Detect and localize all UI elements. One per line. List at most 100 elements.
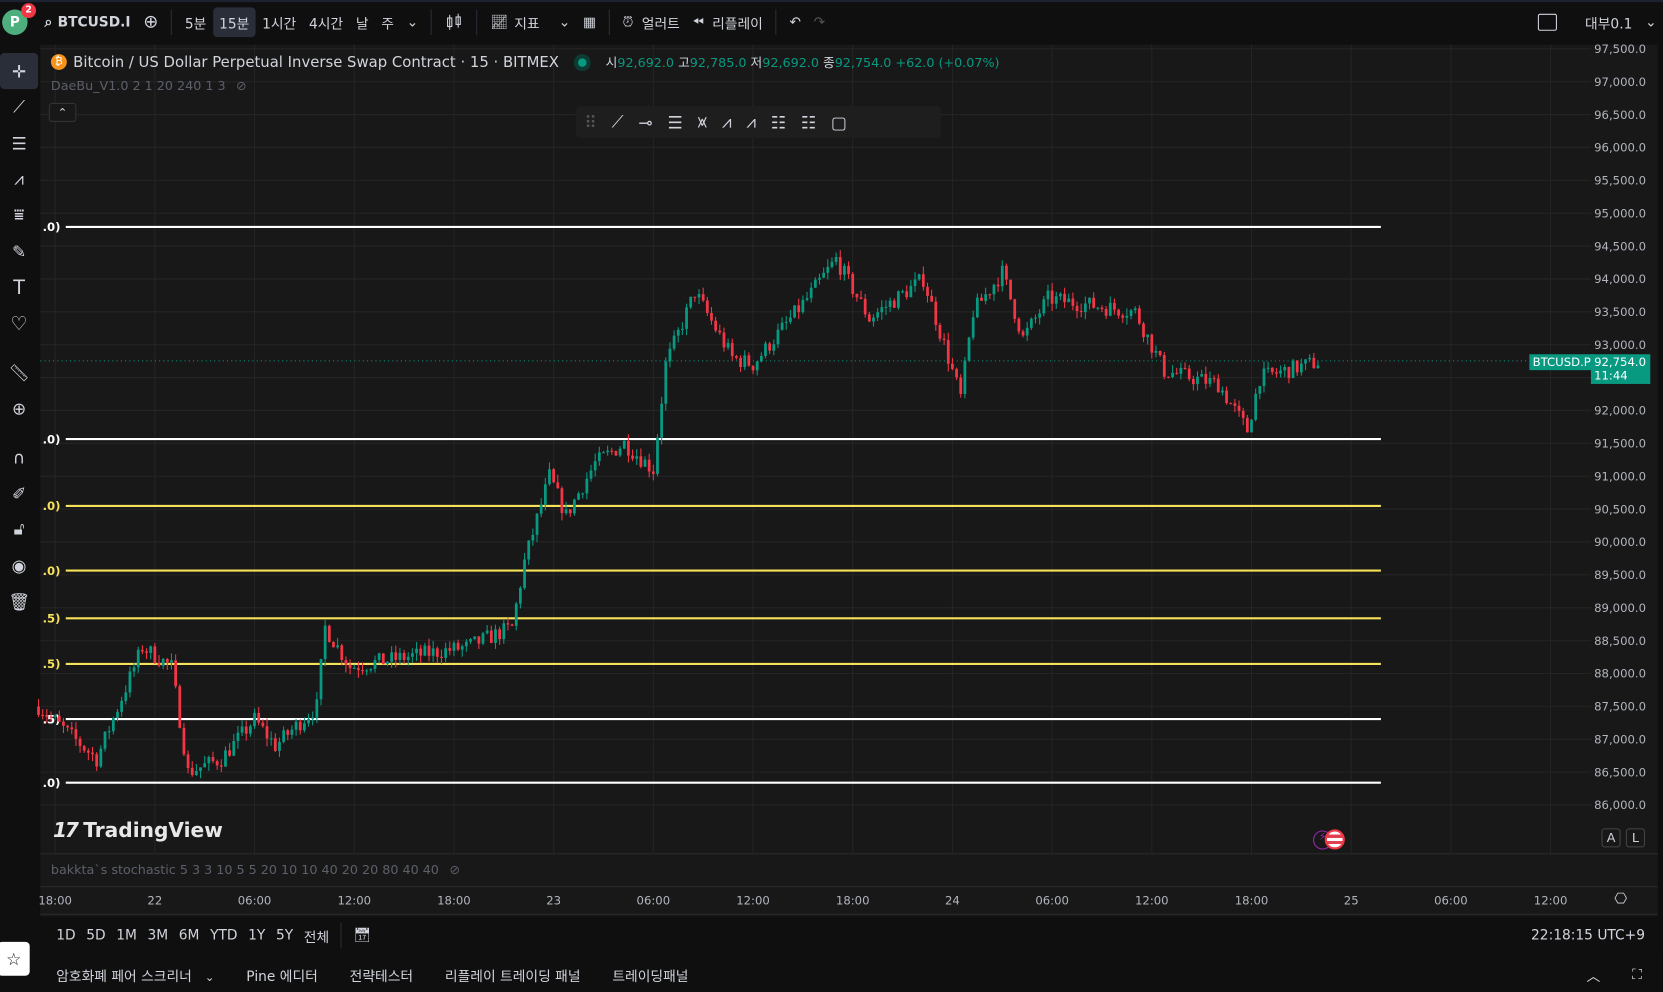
tab-replay-trading-panel[interactable]: 리플레이 트레이딩 패널 [429,965,596,985]
price-tick-label: 88,500.0 [1594,634,1646,648]
candle-body [926,286,929,296]
indicator-legend-stochastic[interactable]: bakkta`s stochastic 5 3 3 10 5 5 20 10 1… [51,862,460,877]
candle-body [556,482,560,489]
candle-body [676,329,680,336]
fib-retracement-icon[interactable]: ☰ [667,112,682,132]
candle-body [1212,378,1216,380]
price-tick-label: 97,500.0 [1594,42,1646,56]
range-1d[interactable]: 1D [51,927,81,943]
short-position-icon[interactable]: ☷ [801,112,816,132]
candle-body [784,321,788,323]
range-all[interactable]: 전체 [298,925,334,946]
candle-body [332,641,335,648]
candle-body [892,300,896,308]
candle-body [809,287,813,299]
candle-body [527,540,531,560]
range-ytd[interactable]: YTD [205,927,243,943]
go-to-date-calendar-icon[interactable]: 📅︎ [348,927,376,943]
candle-body [1021,331,1025,336]
horizontal-ray-icon[interactable]: ⊸ [638,112,652,132]
range-6m[interactable]: 6M [173,927,204,943]
candle-body [120,700,123,712]
candle-body [1204,374,1208,384]
candle-body [415,648,418,654]
elliott-wave-icon[interactable]: ⩘ [722,111,732,132]
candle-body [103,731,107,749]
candle-body [1258,386,1262,394]
maximize-panel-icon[interactable]: ⛶ [1616,967,1657,983]
symbol-title[interactable]: Bitcoin / US Dollar Perpetual Inverse Sw… [73,54,559,71]
candle-body [1270,367,1274,373]
candle-body [975,297,979,318]
tradingview-logo: 17 TradingView [53,818,223,843]
candle-body [502,623,506,640]
range-3m[interactable]: 3M [142,927,173,943]
candle-body [1146,334,1150,338]
candle-body [141,649,144,652]
trend-line-icon[interactable]: ⟋ [612,111,624,132]
candle-body [643,459,647,467]
candle-body [469,638,472,642]
head-shoulders-icon[interactable]: ⩙ [698,111,708,132]
candle-body [1291,360,1295,379]
drag-handle-icon[interactable]: ⠿ [584,112,596,132]
candle-body [543,484,547,505]
auto-scale-button[interactable]: A [1601,828,1621,848]
candle-body [718,330,722,333]
time-tick-label: 12:00 [1135,894,1169,908]
candle-body [780,322,784,330]
candle-body [656,437,659,474]
candle-body [797,305,801,313]
candle-body [481,633,485,644]
candle-body [1100,307,1104,310]
candle-body [244,726,248,734]
range-5y[interactable]: 5Y [271,927,299,943]
candle-body [830,261,834,267]
candle-body [423,645,427,656]
candle-body [294,721,298,730]
candle-body [411,653,414,657]
abcd-pattern-icon[interactable]: ⩘ [746,111,756,132]
us-flag-event-icon[interactable] [1324,829,1345,850]
level-label: .0) [43,432,61,446]
tab-crypto-screener[interactable]: 암호화폐 페어 스크리너 ⌄ [40,965,230,985]
indicator-legend-daebu[interactable]: DaeBu_V1.0 2 1 20 240 1 3 ⊘ [51,78,247,93]
candle-body [685,307,688,329]
tab-pine-editor[interactable]: Pine 에디터 [230,965,333,985]
eye-hidden-icon[interactable]: ⊘ [449,862,460,877]
candle-body [618,448,622,456]
candle-body [710,312,713,321]
candle-body [1104,309,1108,316]
time-tick-label: 06:00 [637,894,671,908]
collapse-legend-chevron-up-icon[interactable]: ⌃ [48,102,77,122]
candle-body [897,291,900,308]
eye-hidden-icon[interactable]: ⊘ [236,78,247,93]
candle-body [606,450,610,453]
time-tick-label: 23 [546,894,561,908]
time-axis-settings-icon[interactable]: ⎔ [1614,891,1627,908]
date-range-bar: 1D 5D 1M 3M 6M YTD 1Y 5Y 전체 📅︎ 22:18:15 … [40,916,1658,955]
range-5d[interactable]: 5D [81,927,111,943]
candle-body [514,603,518,626]
candle-body [406,656,410,661]
log-scale-button[interactable]: L [1625,828,1645,848]
candle-body [1229,403,1233,405]
candle-body [909,285,913,298]
range-1m[interactable]: 1M [111,927,142,943]
candle-body [743,355,747,368]
candle-body [327,625,331,642]
level-label: .0) [43,776,61,790]
chevron-up-icon[interactable]: ︿ [1571,965,1617,985]
tab-strategy-tester[interactable]: 전략테스터 [334,965,429,985]
range-1y[interactable]: 1Y [243,927,271,943]
price-tick-label: 94,000.0 [1594,272,1646,286]
clock-timezone[interactable]: 22:18:15 UTC+9 [1531,927,1645,943]
candle-body [1241,410,1245,418]
candle-body [564,509,568,514]
rectangle-icon[interactable]: ▢ [831,112,847,132]
candle-body [228,750,231,756]
divider [340,922,342,949]
chart-canvas[interactable]: .0).0).0).0).5).5).5).0)97,500.097,000.0… [0,0,1663,992]
long-position-icon[interactable]: ☷ [771,112,786,132]
tab-trading-panel[interactable]: 트레이딩패널 [596,965,704,985]
